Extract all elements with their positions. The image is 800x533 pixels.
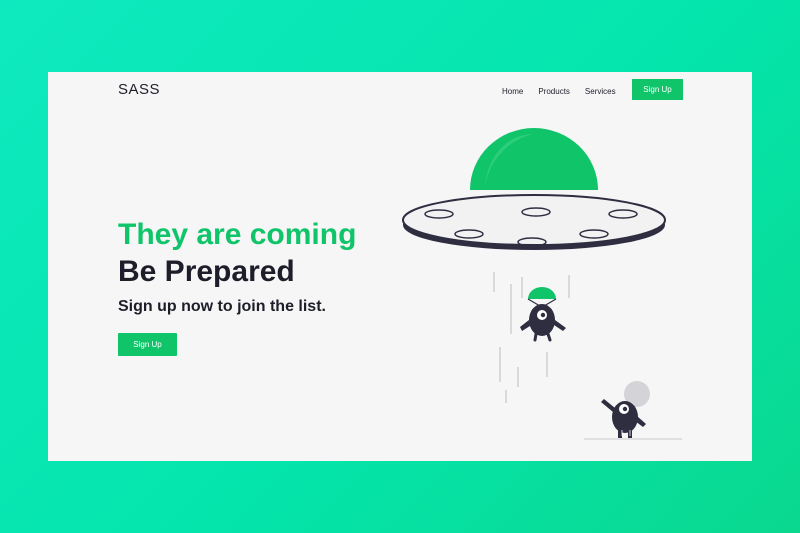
alien-standing-icon — [601, 381, 650, 438]
hero-illustration — [402, 128, 682, 440]
landing-page: SASS Home Products Services Sign Up They… — [48, 72, 752, 461]
alien-falling-icon — [520, 287, 566, 342]
ufo-icon — [402, 128, 666, 250]
